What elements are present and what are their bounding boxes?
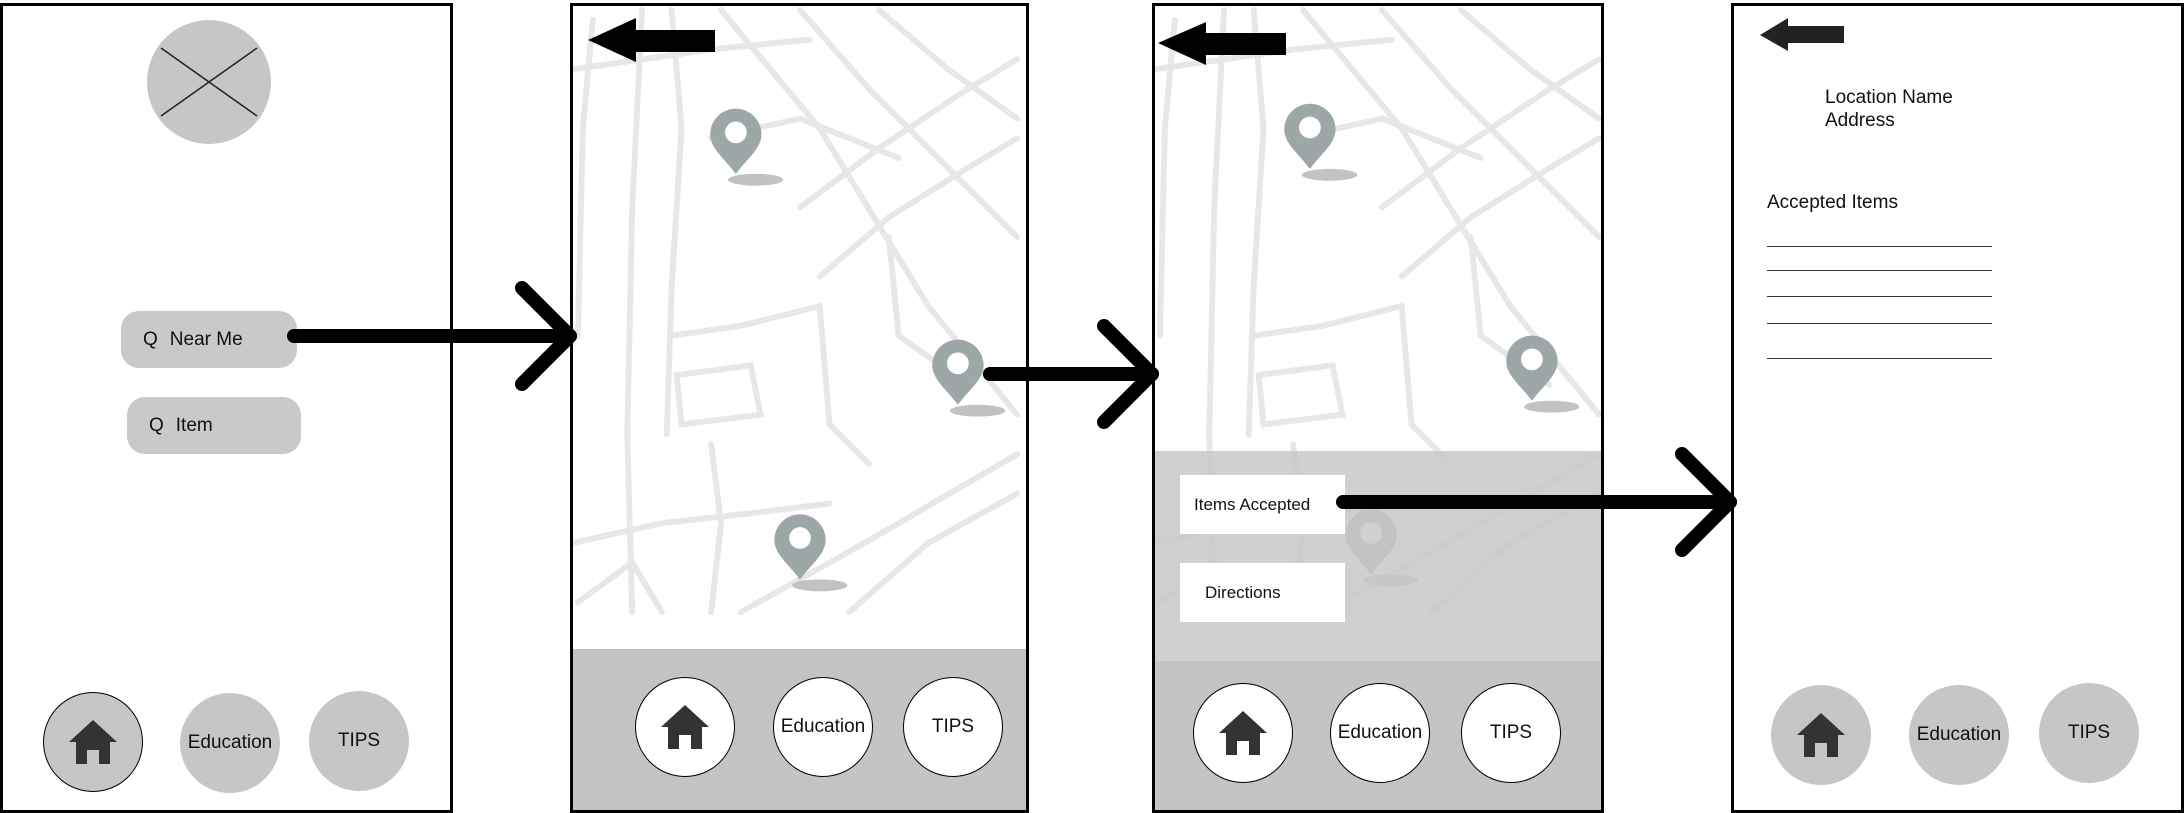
education-button[interactable]: Education <box>180 693 280 793</box>
tips-button[interactable]: TIPS <box>1461 683 1561 783</box>
directions-button[interactable]: Directions <box>1180 563 1345 622</box>
accepted-items-line <box>1767 270 1992 271</box>
home-icon <box>69 720 117 764</box>
search-item-label: Item <box>175 414 213 436</box>
tips-label: TIPS <box>931 716 975 737</box>
screen-location-details: Location Name Address Accepted Items Edu… <box>1731 3 2184 813</box>
image-placeholder-icon <box>147 20 271 144</box>
map-background <box>573 6 1026 616</box>
location-address: Address <box>1825 110 1895 131</box>
accepted-items-line <box>1767 246 1992 247</box>
location-popup-panel: Items Accepted Directions <box>1155 451 1601 661</box>
home-icon <box>1797 713 1845 757</box>
search-item-button[interactable]: Q Item <box>127 397 301 454</box>
home-button[interactable] <box>43 692 143 792</box>
items-accepted-button[interactable]: Items Accepted <box>1180 475 1345 534</box>
screen-home: Q Near Me Q Item Education TIPS <box>0 3 453 813</box>
tips-label: TIPS <box>2067 722 2111 743</box>
home-button[interactable] <box>635 677 735 777</box>
home-button[interactable] <box>1193 683 1293 783</box>
education-label: Education <box>780 716 866 737</box>
tips-label: TIPS <box>337 730 381 751</box>
map-pin-icon <box>932 339 1006 417</box>
search-near-me-button[interactable]: Q Near Me <box>121 311 297 368</box>
education-button[interactable]: Education <box>773 677 873 777</box>
education-label: Education <box>1916 724 2002 745</box>
search-icon: Q <box>143 328 158 350</box>
education-button[interactable]: Education <box>1909 685 2009 785</box>
accepted-items-line <box>1767 323 1992 324</box>
tips-button[interactable]: TIPS <box>903 677 1003 777</box>
accepted-items-heading: Accepted Items <box>1767 192 1898 213</box>
tips-button[interactable]: TIPS <box>309 691 409 791</box>
screen-map: Education TIPS <box>570 3 1029 813</box>
map-pin-icon <box>710 108 784 186</box>
location-name: Location Name <box>1825 87 1953 108</box>
items-accepted-label: Items Accepted <box>1194 494 1311 514</box>
accepted-items-line <box>1767 296 1992 297</box>
search-near-me-label: Near Me <box>169 328 243 350</box>
map-pin-icon <box>1284 103 1358 181</box>
education-button[interactable]: Education <box>1330 683 1430 783</box>
tips-button[interactable]: TIPS <box>2039 683 2139 783</box>
screen-location-popup: Items Accepted Directions Education TIPS <box>1152 3 1604 813</box>
education-label: Education <box>187 732 273 753</box>
home-icon <box>1219 711 1267 755</box>
bottom-nav: Education TIPS <box>1155 661 1601 810</box>
bottom-nav: Education TIPS <box>573 649 1026 810</box>
directions-label: Directions <box>1205 582 1281 602</box>
accepted-items-line <box>1767 358 1992 359</box>
tips-label: TIPS <box>1489 722 1533 743</box>
home-button[interactable] <box>1771 685 1871 785</box>
map-pin-icon <box>774 514 848 592</box>
education-label: Education <box>1337 722 1423 743</box>
search-icon: Q <box>149 414 164 436</box>
home-icon <box>661 705 709 749</box>
